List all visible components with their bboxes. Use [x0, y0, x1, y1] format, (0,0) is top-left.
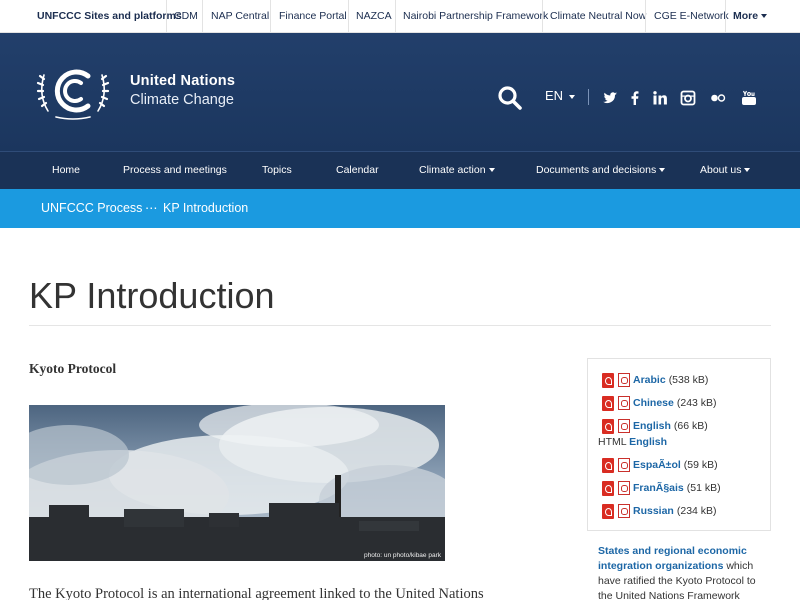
- divider: [542, 0, 543, 33]
- linkedin-icon[interactable]: [652, 90, 668, 106]
- nav-calendar[interactable]: Calendar: [336, 152, 379, 189]
- file-size: (243 kB): [676, 397, 717, 409]
- caret-down-icon: [488, 168, 495, 173]
- caret-down-icon: [744, 168, 751, 173]
- caret-down-icon: [569, 94, 576, 99]
- smokestack-photo: photo: un photo/kibae park: [29, 405, 445, 561]
- topbar-link-cdm[interactable]: CDM: [174, 0, 198, 33]
- topbar-link-cge-enetwork[interactable]: CGE E-Network: [654, 0, 729, 33]
- nav-climate-action-label: Climate action: [419, 164, 486, 176]
- pdf-file-icon: [618, 481, 630, 495]
- page-title: KP Introduction: [29, 275, 275, 316]
- nav-about-us-label: About us: [700, 164, 742, 176]
- file-size: (66 kB): [673, 420, 708, 432]
- divider: [166, 0, 167, 33]
- facebook-icon[interactable]: [627, 90, 643, 106]
- divider: [348, 0, 349, 33]
- divider: [29, 325, 771, 326]
- download-item-spanish[interactable]: EspaÃ±ol (59 kB): [602, 457, 718, 473]
- twitter-icon[interactable]: [602, 90, 618, 106]
- brand-line-climate-change: Climate Change: [130, 92, 234, 108]
- ratification-note: States and regional economic integration…: [598, 544, 768, 600]
- search-icon[interactable]: [497, 85, 523, 111]
- divider: [202, 0, 203, 33]
- file-size: (234 kB): [676, 505, 717, 517]
- section-heading: Kyoto Protocol: [29, 361, 117, 376]
- instagram-icon[interactable]: [680, 90, 696, 106]
- nav-process-meetings[interactable]: Process and meetings: [123, 152, 227, 189]
- topbar-link-nazca[interactable]: NAZCA: [356, 0, 392, 33]
- download-link[interactable]: Arabic: [633, 374, 666, 386]
- file-size: (538 kB): [668, 374, 709, 386]
- divider: [588, 89, 589, 105]
- breadcrumb-current: KP Introduction: [163, 201, 249, 215]
- site-header: United Nations Climate Change EN: [0, 33, 800, 151]
- file-size: (59 kB): [683, 459, 718, 471]
- divider: [645, 0, 646, 33]
- html-prefix: HTML: [598, 436, 627, 448]
- download-box: Arabic (538 kB) Chinese (243 kB) English (6…: [587, 358, 771, 531]
- pdf-file-icon: [618, 396, 630, 410]
- pdf-icon: [602, 372, 614, 388]
- pdf-icon: [602, 457, 614, 473]
- download-item-arabic[interactable]: Arabic (538 kB): [602, 372, 708, 388]
- pdf-file-icon: [618, 458, 630, 472]
- unfccc-logo[interactable]: [36, 59, 110, 123]
- nav-about-us[interactable]: About us: [700, 152, 751, 189]
- topbar-link-finance-portal[interactable]: Finance Portal: [279, 0, 347, 33]
- download-item-french[interactable]: FranÃ§ais (51 kB): [602, 480, 721, 496]
- divider: [725, 0, 726, 33]
- main-navigation: Home Process and meetings Topics Calenda…: [0, 151, 800, 189]
- pdf-icon: [602, 418, 614, 434]
- caret-down-icon: [659, 168, 666, 173]
- file-size: (51 kB): [686, 482, 721, 494]
- pdf-icon: [602, 480, 614, 496]
- download-link[interactable]: Russian: [633, 505, 674, 517]
- pdf-file-icon: [618, 504, 630, 518]
- photo-illustration: [29, 405, 445, 561]
- nav-topics[interactable]: Topics: [262, 152, 292, 189]
- pdf-file-icon: [618, 419, 630, 433]
- html-english-link[interactable]: English: [629, 436, 667, 448]
- youtube-icon[interactable]: [741, 90, 757, 106]
- nav-documents-decisions[interactable]: Documents and decisions: [536, 152, 666, 189]
- topbar-more-dropdown[interactable]: More: [733, 0, 768, 33]
- breadcrumb: UNFCCC Process ⋯ KP Introduction: [0, 189, 800, 228]
- intro-paragraph: The Kyoto Protocol is an international a…: [29, 586, 484, 600]
- html-version-row: HTML English: [598, 436, 667, 448]
- topbar-link-climate-neutral-now[interactable]: Climate Neutral Now: [550, 0, 646, 33]
- pdf-icon: [602, 503, 614, 519]
- topbar-link-nap-central[interactable]: NAP Central: [211, 0, 269, 33]
- download-link[interactable]: EspaÃ±ol: [633, 459, 681, 471]
- top-utility-bar: UNFCCC Sites and platforms CDM NAP Centr…: [0, 0, 800, 33]
- brand-line-united-nations: United Nations: [130, 73, 236, 89]
- language-label: EN: [545, 88, 564, 103]
- download-link[interactable]: Chinese: [633, 397, 674, 409]
- breadcrumb-separator: ⋯: [145, 201, 158, 215]
- nav-documents-decisions-label: Documents and decisions: [536, 164, 657, 176]
- nav-climate-action[interactable]: Climate action: [419, 152, 495, 189]
- download-item-chinese[interactable]: Chinese (243 kB): [602, 395, 717, 411]
- nav-home[interactable]: Home: [52, 152, 80, 189]
- topbar-link-sites-platforms[interactable]: UNFCCC Sites and platforms: [37, 0, 182, 33]
- ratified-states-link[interactable]: States and regional economic integration…: [598, 545, 747, 572]
- topbar-link-nairobi-framework[interactable]: Nairobi Partnership Framework: [403, 0, 548, 33]
- language-selector[interactable]: EN: [545, 88, 576, 103]
- topbar-more-label: More: [733, 10, 759, 22]
- pdf-file-icon: [618, 373, 630, 387]
- photo-credit: photo: un photo/kibae park: [364, 552, 441, 559]
- caret-down-icon: [761, 14, 768, 19]
- pdf-icon: [602, 395, 614, 411]
- flickr-icon[interactable]: [710, 90, 726, 106]
- brand-wordmark[interactable]: United Nations Climate Change: [130, 73, 235, 108]
- divider: [395, 0, 396, 33]
- divider: [270, 0, 271, 33]
- breadcrumb-link-unfccc-process[interactable]: UNFCCC Process: [41, 189, 142, 228]
- download-link[interactable]: FranÃ§ais: [633, 482, 684, 494]
- download-link[interactable]: English: [633, 420, 671, 432]
- download-item-russian[interactable]: Russian (234 kB): [602, 503, 717, 519]
- download-item-english[interactable]: English (66 kB): [602, 418, 708, 434]
